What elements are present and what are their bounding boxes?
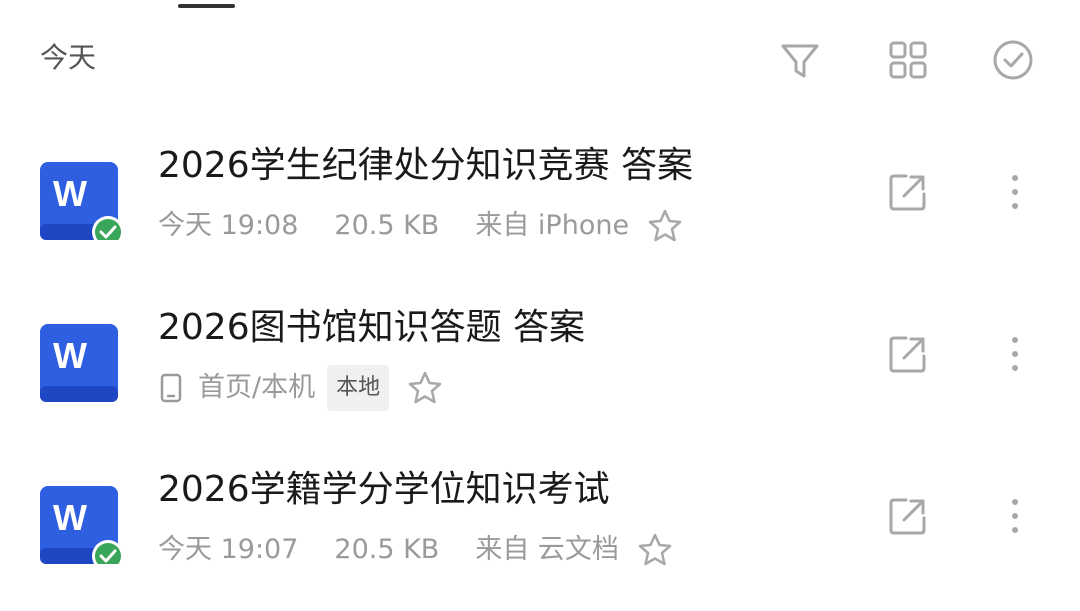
file-row[interactable]: W 2026学生纪律处分知识竞赛 答案 今天 19:08 20.5 KB 来自 … <box>0 136 1080 276</box>
word-file-icon: W <box>40 162 124 240</box>
local-tag: 本地 <box>327 365 390 411</box>
file-size: 20.5 KB <box>334 534 440 565</box>
word-badge-letter: W <box>53 497 87 538</box>
more-options-icon[interactable] <box>1000 170 1030 214</box>
drag-handle[interactable] <box>178 4 235 8</box>
grid-view-icon[interactable] <box>886 38 930 82</box>
filter-icon[interactable] <box>778 38 822 82</box>
recent-files-screen: 今天 W 2026学生纪律处分知识竞赛 答案 今天 19:08 20.5 KB … <box>0 0 1080 611</box>
file-meta: 首页/本机 本地 <box>158 364 443 412</box>
file-location: 首页/本机 <box>198 372 316 403</box>
file-title[interactable]: 2026学籍学分学位知识考试 <box>158 466 610 514</box>
section-header: 今天 <box>0 30 1080 90</box>
open-external-icon[interactable] <box>886 170 930 214</box>
file-row[interactable]: W 2026学籍学分学位知识考试 今天 19:07 20.5 KB 来自 云文档 <box>0 460 1080 600</box>
star-icon[interactable] <box>647 208 683 244</box>
word-file-icon: W <box>40 486 124 564</box>
word-file-icon: W <box>40 324 118 402</box>
file-meta: 今天 19:07 20.5 KB 来自 云文档 <box>158 526 673 574</box>
file-row[interactable]: W 2026图书馆知识答题 答案 首页/本机 本地 <box>0 298 1080 438</box>
file-title[interactable]: 2026学生纪律处分知识竞赛 答案 <box>158 142 693 190</box>
star-icon[interactable] <box>407 370 443 406</box>
file-source: 来自 iPhone <box>475 210 630 241</box>
word-badge-letter: W <box>53 173 87 214</box>
file-time: 今天 19:07 <box>158 534 299 565</box>
star-icon[interactable] <box>637 532 673 568</box>
file-time: 今天 19:08 <box>158 210 299 241</box>
select-check-icon[interactable] <box>991 38 1035 82</box>
phone-icon <box>160 373 182 403</box>
open-external-icon[interactable] <box>886 332 930 376</box>
file-meta: 今天 19:08 20.5 KB 来自 iPhone <box>158 202 683 250</box>
more-options-icon[interactable] <box>1000 332 1030 376</box>
section-title: 今天 <box>40 41 97 74</box>
more-options-icon[interactable] <box>1000 494 1030 538</box>
open-external-icon[interactable] <box>886 494 930 538</box>
file-title[interactable]: 2026图书馆知识答题 答案 <box>158 304 585 352</box>
file-source: 来自 云文档 <box>475 534 619 565</box>
word-badge-letter: W <box>53 335 87 376</box>
file-size: 20.5 KB <box>334 210 440 241</box>
